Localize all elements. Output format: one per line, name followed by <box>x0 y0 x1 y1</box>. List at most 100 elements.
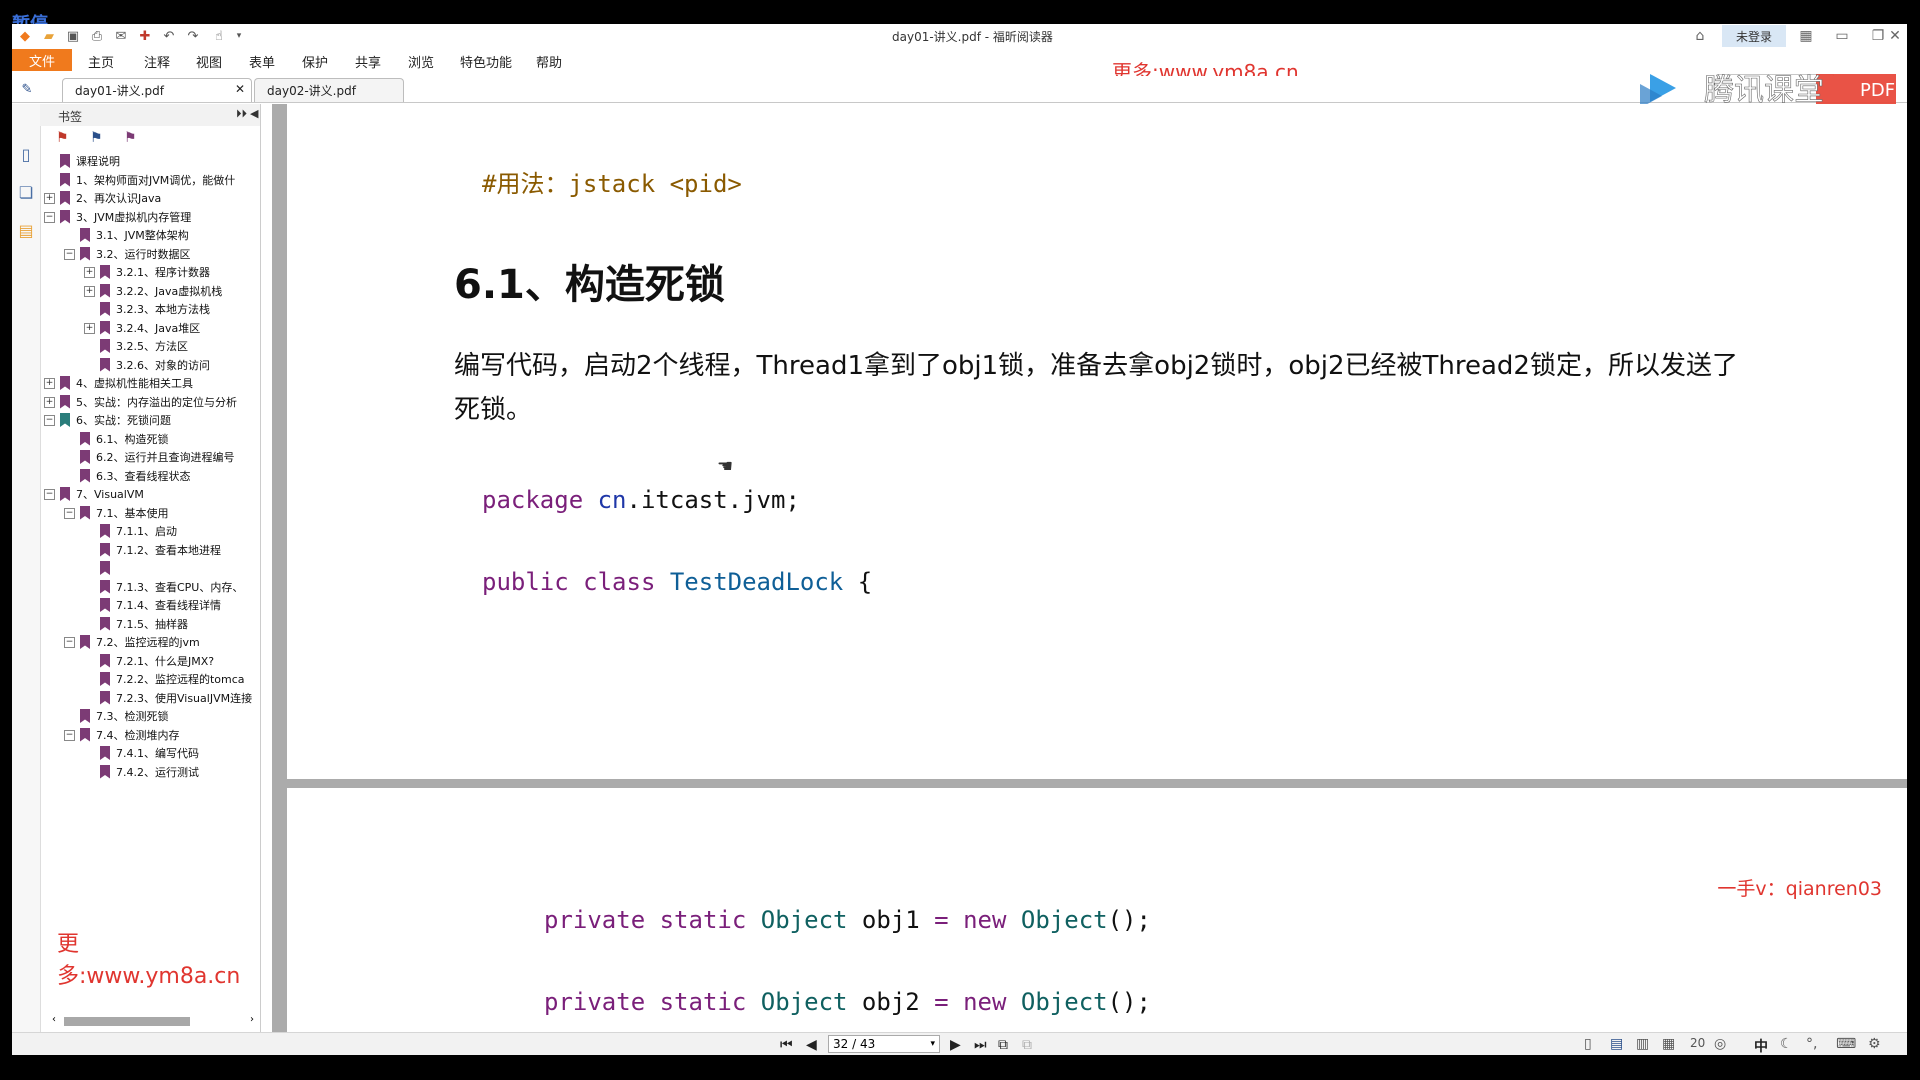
menu-help[interactable]: 帮助 <box>536 52 562 71</box>
file-menu[interactable]: 文件 <box>12 49 72 71</box>
facing-view-icon[interactable]: ▥ <box>1636 1036 1649 1052</box>
bookmark-item[interactable]: 7.1.5、抽样器 <box>100 615 188 633</box>
expand-icon[interactable]: + <box>44 396 55 408</box>
menu-home[interactable]: 主页 <box>88 52 114 71</box>
bookmark-item[interactable]: 7.1.1、启动 <box>100 522 177 540</box>
customize-toolbar-icon[interactable]: ▾ <box>232 27 246 45</box>
bookmark-item[interactable]: 1、架构师面对JVM调优，能做什 <box>60 171 235 189</box>
bookmark-item[interactable]: − 3.2、运行时数据区 <box>64 245 191 263</box>
expand-icon[interactable]: + <box>44 193 55 204</box>
save-icon[interactable]: ▣ <box>64 27 82 45</box>
collapse-icon[interactable]: − <box>64 729 75 741</box>
skin-icon[interactable]: ⌂ <box>1682 25 1718 47</box>
previous-view-icon[interactable]: ⧉ <box>998 1037 1008 1053</box>
menu-browse[interactable]: 浏览 <box>408 52 434 71</box>
open-folder-icon[interactable]: ▰ <box>40 27 58 45</box>
expand-icon[interactable]: + <box>84 267 95 278</box>
minimize-button[interactable]: ▭ <box>1824 25 1860 47</box>
next-view-icon[interactable]: ⧉ <box>1022 1037 1032 1053</box>
bookmark-item[interactable]: − 6、实战：死锁问题 <box>44 411 171 429</box>
tab-close-icon[interactable]: ✕ <box>235 82 245 96</box>
ime-chinese-icon[interactable]: 中 <box>1754 1036 1768 1055</box>
comments-panel-icon[interactable]: ▤ <box>16 220 36 240</box>
ime-settings-icon[interactable]: ⚙ <box>1868 1036 1881 1052</box>
bookmark-item[interactable]: 7.3、检测死锁 <box>80 707 169 725</box>
menu-comment[interactable]: 注释 <box>144 52 170 71</box>
delete-bookmark-icon[interactable]: ⚑ <box>124 130 137 146</box>
last-page-icon[interactable]: ⏭ <box>974 1037 987 1053</box>
collapse-icon[interactable]: − <box>44 489 55 500</box>
email-icon[interactable]: ✉ <box>112 27 130 45</box>
bookmark-item[interactable]: 6.1、构造死锁 <box>80 430 169 448</box>
ime-keyboard-icon[interactable]: ⌨ <box>1836 1036 1856 1052</box>
bookmark-item[interactable]: +5、实战：内存溢出的定位与分析 <box>44 393 237 411</box>
next-page-icon[interactable]: ▶ <box>950 1037 961 1053</box>
bookmark-item[interactable]: 6.2、运行并且查询进程编号 <box>80 448 235 466</box>
pages-panel-icon[interactable]: ▯ <box>16 144 36 164</box>
expand-bookmark-icon[interactable]: ⚑ <box>90 130 103 146</box>
collapse-icon[interactable]: − <box>64 507 75 519</box>
layout-icon[interactable]: ▦ <box>1788 25 1824 47</box>
menu-view[interactable]: 视图 <box>196 52 222 71</box>
scroll-left-icon[interactable]: ‹ <box>52 1014 56 1025</box>
bookmark-item[interactable]: 7.1.3、查看CPU、内存、 <box>100 578 243 596</box>
expand-panel-icon[interactable]: ⏵⏵ <box>236 107 247 121</box>
zoom-level[interactable]: 20 <box>1690 1036 1705 1050</box>
bookmark-item[interactable]: +3.2.4、Java堆区 <box>84 319 200 337</box>
expand-icon[interactable]: + <box>84 322 95 334</box>
redo-icon[interactable]: ↷ <box>184 27 202 45</box>
scrollbar-thumb[interactable] <box>64 1017 190 1026</box>
bookmark-item[interactable]: 7.2.2、监控远程的tomca <box>100 670 245 688</box>
sidebar-horizontal-scrollbar[interactable]: ‹ › <box>52 1014 258 1028</box>
bookmark-item[interactable]: +3.2.1、程序计数器 <box>84 263 210 281</box>
single-page-view-icon[interactable]: ▯ <box>1584 1036 1592 1052</box>
menu-form[interactable]: 表单 <box>249 52 275 71</box>
bookmark-item[interactable]: 7.1.4、查看线程详情 <box>100 596 221 614</box>
expand-icon[interactable]: + <box>44 378 55 389</box>
tab-day02[interactable]: day02-讲义.pdf <box>254 78 404 102</box>
bookmark-item[interactable]: 6.3、查看线程状态 <box>80 467 191 485</box>
page-number-input[interactable]: 32 / 43 ▾ <box>828 1035 940 1053</box>
ime-punctuation-icon[interactable]: °, <box>1806 1036 1817 1052</box>
bookmark-item[interactable]: − 3、JVM虚拟机内存管理 <box>44 208 191 226</box>
tab-home-icon[interactable]: ✎ <box>18 80 36 98</box>
bookmark-item[interactable]: 7.4.1、编写代码 <box>100 744 199 762</box>
bookmark-item[interactable]: − 7.2、监控远程的jvm <box>64 633 200 651</box>
create-pdf-icon[interactable]: ✚ <box>136 27 154 45</box>
bookmark-item[interactable]: 7.4.2、运行测试 <box>100 763 199 781</box>
collapse-icon[interactable]: − <box>64 248 75 260</box>
bookmark-item[interactable]: 3.2.3、本地方法栈 <box>100 300 210 318</box>
print-icon[interactable]: ⎙ <box>88 27 106 45</box>
bookmark-item[interactable]: +4、虚拟机性能相关工具 <box>44 374 193 392</box>
bookmark-item[interactable]: 7.2.3、使用VisualJVM连接 <box>100 689 252 707</box>
hand-tool-icon[interactable]: ☝ <box>210 27 228 45</box>
bookmark-item[interactable]: 7.2.1、什么是JMX? <box>100 652 214 670</box>
menu-share[interactable]: 共享 <box>355 52 381 71</box>
page-dropdown-icon[interactable]: ▾ <box>930 1036 935 1052</box>
bookmark-item[interactable]: 3.1、JVM整体架构 <box>80 226 189 244</box>
bookmark-item[interactable]: +2、再次认识Java <box>44 189 161 207</box>
expand-icon[interactable]: + <box>84 285 95 297</box>
first-page-icon[interactable]: ⏮ <box>780 1037 793 1053</box>
collapse-icon[interactable]: − <box>44 211 55 223</box>
close-button[interactable]: ✕ <box>1884 25 1906 47</box>
tab-day01[interactable]: day01-讲义.pdf ✕ <box>62 78 252 102</box>
undo-icon[interactable]: ↶ <box>160 27 178 45</box>
layers-panel-icon[interactable]: ❏ <box>16 182 36 202</box>
continuous-facing-view-icon[interactable]: ▦ <box>1662 1036 1675 1052</box>
collapse-icon[interactable]: − <box>64 637 75 648</box>
ime-halfwidth-icon[interactable]: ☾ <box>1780 1036 1793 1052</box>
continuous-view-icon[interactable]: ▤ <box>1610 1036 1623 1052</box>
bookmark-item[interactable]: 课程说明 <box>60 152 120 170</box>
previous-page-icon[interactable]: ◀ <box>806 1037 817 1053</box>
bookmark-item[interactable]: 7.1.2、查看本地进程 <box>100 541 221 559</box>
login-button[interactable]: 未登录 <box>1722 25 1786 47</box>
menu-protect[interactable]: 保护 <box>302 52 328 71</box>
bookmark-item[interactable] <box>100 559 116 577</box>
bookmark-item[interactable]: − 7、VisualVM <box>44 485 144 503</box>
add-bookmark-icon[interactable]: ⚑ <box>56 130 69 146</box>
pdf-viewer[interactable]: #用法：jstack <pid> 6.1、构造死锁 编写代码，启动2个线程，Th… <box>272 104 1907 1032</box>
bookmark-item[interactable]: +3.2.2、Java虚拟机栈 <box>84 282 222 300</box>
bookmark-item[interactable]: 3.2.5、方法区 <box>100 337 188 355</box>
bookmark-item[interactable]: − 7.1、基本使用 <box>64 504 169 522</box>
